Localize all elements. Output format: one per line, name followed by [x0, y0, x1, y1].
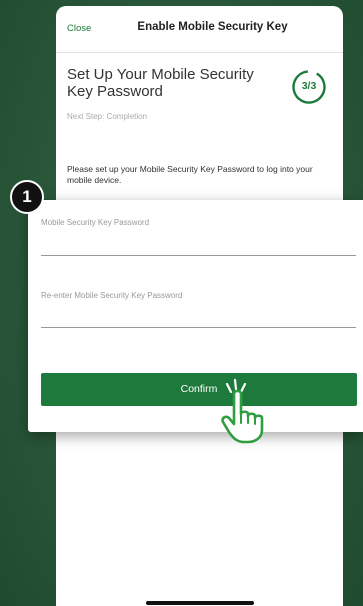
page-title: Enable Mobile Security Key: [137, 21, 288, 33]
hand-pointer-icon: [217, 376, 277, 444]
password-field-label: Mobile Security Key Password: [41, 218, 150, 227]
setup-heading: Set Up Your Mobile Security Key Password: [67, 66, 277, 100]
step-number-badge: 1: [10, 180, 44, 214]
confirm-button[interactable]: Confirm: [41, 373, 357, 406]
setup-heading-line-1: Set Up Your Mobile Security: [67, 66, 254, 83]
instruction-text: Please set up your Mobile Security Key P…: [67, 164, 313, 185]
password-input[interactable]: [41, 255, 356, 256]
home-indicator: [146, 601, 254, 605]
step-progress-indicator: 3/3: [291, 69, 327, 105]
next-step-text: Next Step: Completion: [67, 112, 148, 121]
top-navigation-bar: Close Enable Mobile Security Key: [56, 6, 343, 53]
reenter-password-input[interactable]: [41, 327, 356, 328]
step-count-text: 3/3: [301, 80, 317, 92]
setup-heading-line-2: Key Password: [67, 83, 163, 100]
password-form-card: Mobile Security Key Password Re-enter Mo…: [28, 200, 363, 432]
reenter-password-field-label: Re-enter Mobile Security Key Password: [41, 291, 183, 300]
